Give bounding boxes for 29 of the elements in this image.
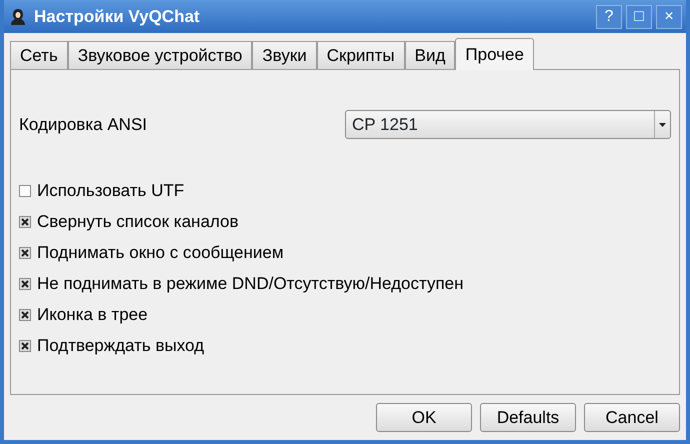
tab[interactable]: Скрипты bbox=[316, 41, 405, 69]
dialog-button[interactable]: Defaults bbox=[480, 403, 576, 432]
checkbox[interactable] bbox=[19, 216, 31, 228]
help-button[interactable]: ? bbox=[596, 4, 622, 28]
checkbox-label: Свернуть список каналов bbox=[37, 210, 238, 233]
encoding-label: Кодировка ANSI bbox=[19, 114, 148, 136]
tab[interactable]: Звуковое устройство bbox=[68, 41, 252, 69]
tab[interactable]: Звуки bbox=[252, 41, 317, 69]
checkbox-label: Поднимать окно с сообщением bbox=[37, 242, 284, 264]
maximize-button[interactable]: □ bbox=[626, 4, 652, 28]
checkbox[interactable] bbox=[19, 278, 31, 290]
checkbox-label: Иконка в трее bbox=[37, 304, 148, 326]
dialog-button[interactable]: OK bbox=[376, 403, 472, 432]
tab[interactable]: Прочее bbox=[455, 38, 534, 70]
tab[interactable]: Сеть bbox=[10, 41, 68, 69]
window-title: Настройки VyQChat bbox=[34, 6, 201, 28]
checkbox-label: Использовать UTF bbox=[37, 180, 184, 202]
encoding-dropdown[interactable]: CP 1251 bbox=[345, 110, 671, 139]
caret-icon bbox=[659, 122, 666, 126]
close-button[interactable]: × bbox=[656, 4, 682, 28]
tab[interactable]: Вид bbox=[404, 41, 456, 69]
checkbox[interactable] bbox=[19, 340, 31, 352]
app-icon bbox=[10, 8, 26, 26]
dialog-button[interactable]: Cancel bbox=[584, 403, 680, 432]
checkbox-label: Подтверждать выход bbox=[37, 334, 204, 357]
checkbox[interactable] bbox=[19, 184, 31, 196]
checkbox[interactable] bbox=[19, 246, 31, 258]
checkbox-label: Не поднимать в режиме DND/Отсутствую/Недоступен bbox=[37, 272, 464, 295]
checkbox[interactable] bbox=[19, 308, 31, 320]
